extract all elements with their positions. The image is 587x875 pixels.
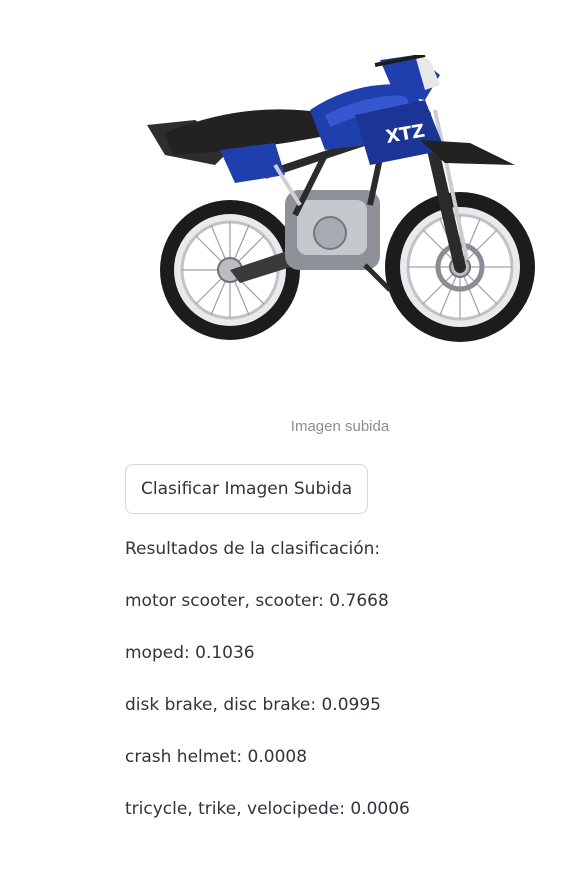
motorcycle-illustration: XTZ: [147, 55, 535, 342]
uploaded-image: XTZ: [125, 55, 550, 365]
result-item: tricycle, trike, velocipede: 0.0006: [125, 799, 410, 819]
result-item: motor scooter, scooter: 0.7668: [125, 591, 389, 611]
result-item: moped: 0.1036: [125, 643, 255, 663]
results-heading: Resultados de la clasificación:: [125, 539, 381, 559]
image-caption: Imagen subida: [290, 418, 390, 435]
result-item: crash helmet: 0.0008: [125, 747, 308, 767]
classify-image-button[interactable]: Clasificar Imagen Subida: [125, 464, 369, 514]
side-panel: [220, 143, 285, 183]
result-item: disk brake, disc brake: 0.0995: [125, 695, 381, 715]
